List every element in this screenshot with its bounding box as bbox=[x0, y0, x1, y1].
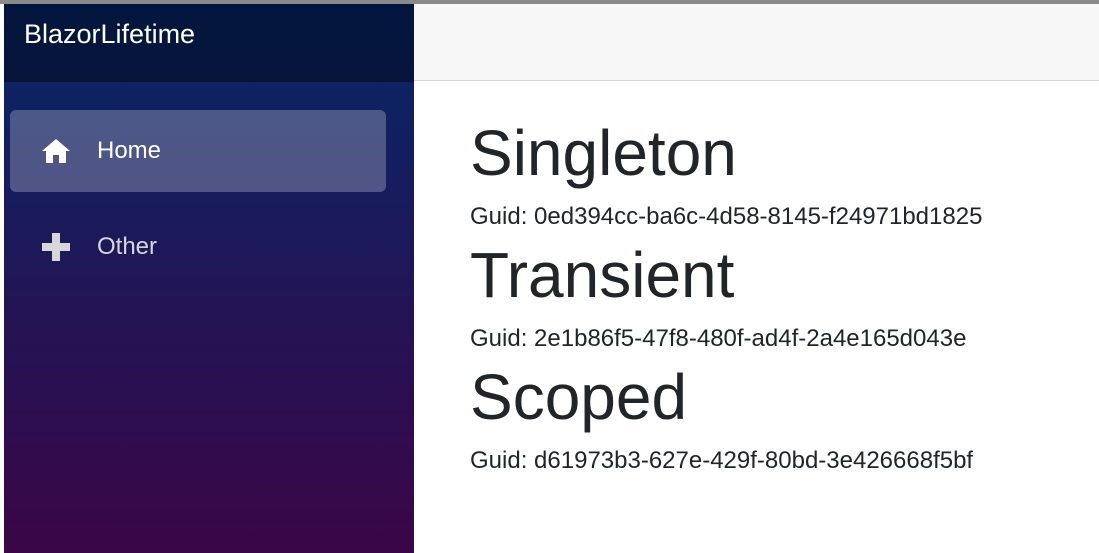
home-icon bbox=[40, 135, 72, 167]
brand-bar: BlazorLifetime bbox=[4, 4, 414, 82]
sidebar: BlazorLifetime Home Other bbox=[4, 4, 414, 553]
section-title: Transient bbox=[470, 239, 735, 311]
guid-row: Guid: 0ed394cc-ba6c-4d58-8145-f24971bd18… bbox=[470, 202, 1099, 232]
nav-item-other[interactable]: Other bbox=[10, 206, 386, 288]
main-content: Singleton Guid: 0ed394cc-ba6c-4d58-8145-… bbox=[470, 116, 1099, 482]
guid-label: Guid: bbox=[470, 203, 528, 230]
plus-icon bbox=[40, 231, 72, 263]
nav-item-other-label: Other bbox=[97, 233, 158, 260]
guid-label: Guid: bbox=[470, 325, 528, 352]
section-title: Scoped bbox=[470, 361, 688, 433]
guid-row: Guid: 2e1b86f5-47f8-480f-ad4f-2a4e165d04… bbox=[470, 324, 1099, 354]
guid-value: 0ed394cc-ba6c-4d58-8145-f24971bd1825 bbox=[534, 203, 983, 230]
nav-item-home-label: Home bbox=[97, 137, 162, 164]
section-title: Singleton bbox=[470, 117, 737, 189]
app-brand-link[interactable]: BlazorLifetime bbox=[24, 17, 195, 51]
section-scoped: Scoped Guid: d61973b3-627e-429f-80bd-3e4… bbox=[470, 360, 1099, 476]
guid-value: 2e1b86f5-47f8-480f-ad4f-2a4e165d043e bbox=[534, 325, 967, 352]
guid-row: Guid: d61973b3-627e-429f-80bd-3e426668f5… bbox=[470, 446, 1099, 476]
nav-menu: Home Other bbox=[4, 82, 414, 288]
guid-value: d61973b3-627e-429f-80bd-3e426668f5bf bbox=[534, 447, 974, 474]
guid-label: Guid: bbox=[470, 447, 528, 474]
nav-item-home[interactable]: Home bbox=[10, 110, 386, 192]
app-window: BlazorLifetime Home Other Singleton Guid… bbox=[0, 0, 1099, 553]
section-transient: Transient Guid: 2e1b86f5-47f8-480f-ad4f-… bbox=[470, 238, 1099, 354]
section-singleton: Singleton Guid: 0ed394cc-ba6c-4d58-8145-… bbox=[470, 116, 1099, 232]
top-row bbox=[414, 4, 1099, 81]
